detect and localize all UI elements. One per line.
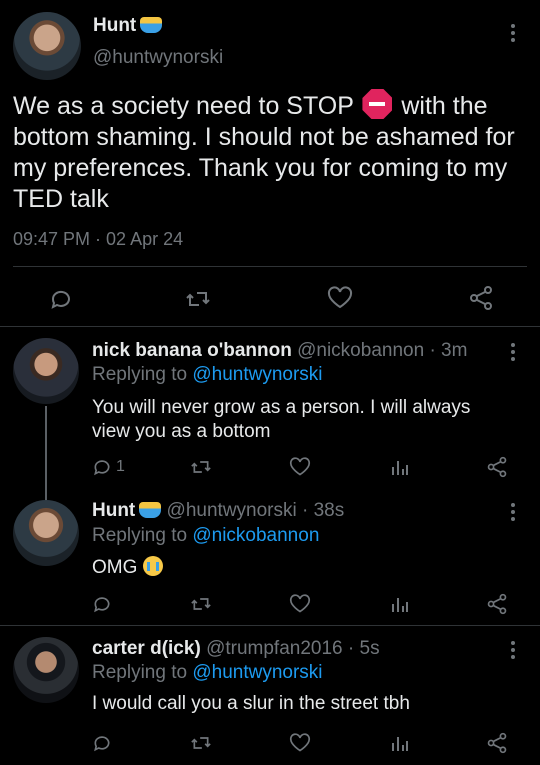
mention-link[interactable]: @huntwynorski xyxy=(192,364,322,385)
reply-time[interactable]: · 38s xyxy=(302,500,344,521)
user-handle[interactable]: @trumpfan2016 xyxy=(206,638,343,659)
reply-text: OMG xyxy=(92,557,138,578)
tweet-timestamp[interactable]: 09:47 PM · 02 Apr 24 xyxy=(13,229,183,250)
tweet-text: We as a society need to STOP with the bo… xyxy=(13,89,528,215)
user-handle[interactable]: @huntwynorski xyxy=(167,500,297,521)
like-icon[interactable] xyxy=(327,286,353,310)
divider xyxy=(0,625,540,626)
reply-time[interactable]: · 3m xyxy=(429,340,467,361)
reply-icon[interactable] xyxy=(49,287,73,311)
reply-count: 1 xyxy=(116,458,125,475)
reply-text-row: OMG xyxy=(92,556,163,579)
reply-header: Hunt @huntwynorski · 38s xyxy=(92,500,344,522)
avatar[interactable] xyxy=(13,500,79,566)
stop-sign-icon xyxy=(362,89,393,119)
display-name[interactable]: nick banana o'bannon xyxy=(92,340,292,361)
reply-header: nick banana o'bannon @nickobannon · 3m xyxy=(92,340,467,362)
user-handle[interactable]: @huntwynorski xyxy=(93,47,223,69)
replying-to: Replying to @huntwynorski xyxy=(92,364,323,385)
share-icon[interactable] xyxy=(486,593,508,615)
share-icon[interactable] xyxy=(486,732,508,754)
wave-emoji-icon xyxy=(140,17,163,33)
replying-to: Replying to @huntwynorski xyxy=(92,662,323,683)
reply-icon[interactable] xyxy=(92,457,112,477)
author-name-row[interactable]: Hunt xyxy=(93,15,163,37)
avatar[interactable] xyxy=(13,12,81,80)
retweet-icon[interactable] xyxy=(190,733,212,753)
retweet-icon[interactable] xyxy=(185,287,211,311)
retweet-icon[interactable] xyxy=(190,457,212,477)
like-icon[interactable] xyxy=(289,733,311,753)
like-icon[interactable] xyxy=(289,594,311,614)
more-icon[interactable] xyxy=(511,641,515,662)
retweet-icon[interactable] xyxy=(190,594,212,614)
reply-icon[interactable] xyxy=(92,733,112,753)
share-icon[interactable] xyxy=(468,285,494,311)
replying-to: Replying to @nickobannon xyxy=(92,525,320,546)
mention-link[interactable]: @nickobannon xyxy=(192,525,319,546)
reply-time[interactable]: · 5s xyxy=(348,638,380,659)
user-handle[interactable]: @nickobannon xyxy=(297,340,424,361)
avatar[interactable] xyxy=(13,338,79,404)
reply-icon[interactable] xyxy=(92,594,112,614)
divider xyxy=(13,266,527,267)
crying-face-emoji-icon xyxy=(142,556,163,576)
thread-line xyxy=(45,406,47,502)
like-icon[interactable] xyxy=(289,457,311,477)
display-name[interactable]: Hunt xyxy=(92,500,135,521)
reply-text: I would call you a slur in the street tb… xyxy=(92,693,410,714)
wave-emoji-icon xyxy=(139,502,162,518)
display-name[interactable]: Hunt xyxy=(93,15,136,36)
mention-link[interactable]: @huntwynorski xyxy=(192,662,322,683)
more-icon[interactable] xyxy=(511,24,515,45)
display-name[interactable]: carter d(ick) xyxy=(92,638,201,659)
more-icon[interactable] xyxy=(511,343,515,364)
views-icon[interactable] xyxy=(390,594,410,614)
more-icon[interactable] xyxy=(511,503,515,524)
avatar[interactable] xyxy=(13,637,79,703)
reply-text: You will never grow as a person. I will … xyxy=(92,397,471,442)
reply-header: carter d(ick) @trumpfan2016 · 5s xyxy=(92,638,380,660)
share-icon[interactable] xyxy=(486,456,508,478)
divider xyxy=(0,326,540,327)
views-icon[interactable] xyxy=(390,457,410,477)
views-icon[interactable] xyxy=(390,733,410,753)
